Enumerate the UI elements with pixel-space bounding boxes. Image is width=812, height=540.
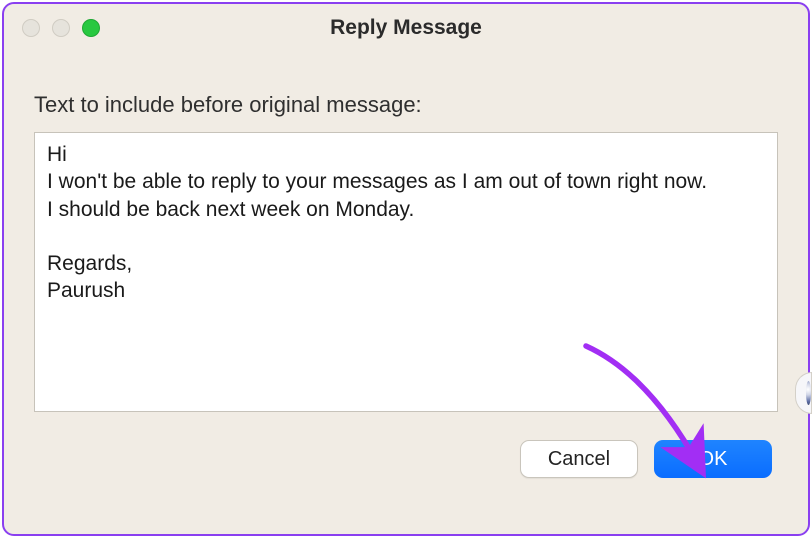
message-label: Text to include before original message: bbox=[34, 92, 778, 118]
dialog-window: Reply Message Text to include before ori… bbox=[2, 2, 810, 536]
ok-button[interactable]: OK bbox=[654, 440, 772, 478]
zoom-window-icon[interactable] bbox=[82, 19, 100, 37]
reply-message-textarea[interactable] bbox=[34, 132, 778, 412]
title-bar: Reply Message bbox=[4, 4, 808, 52]
window-title: Reply Message bbox=[4, 16, 808, 40]
close-window-icon[interactable] bbox=[22, 19, 40, 37]
button-row: Cancel OK bbox=[34, 440, 778, 478]
cancel-button[interactable]: Cancel bbox=[520, 440, 638, 478]
minimize-window-icon[interactable] bbox=[52, 19, 70, 37]
window-controls bbox=[22, 19, 100, 37]
dialog-content: Text to include before original message:… bbox=[4, 52, 808, 534]
